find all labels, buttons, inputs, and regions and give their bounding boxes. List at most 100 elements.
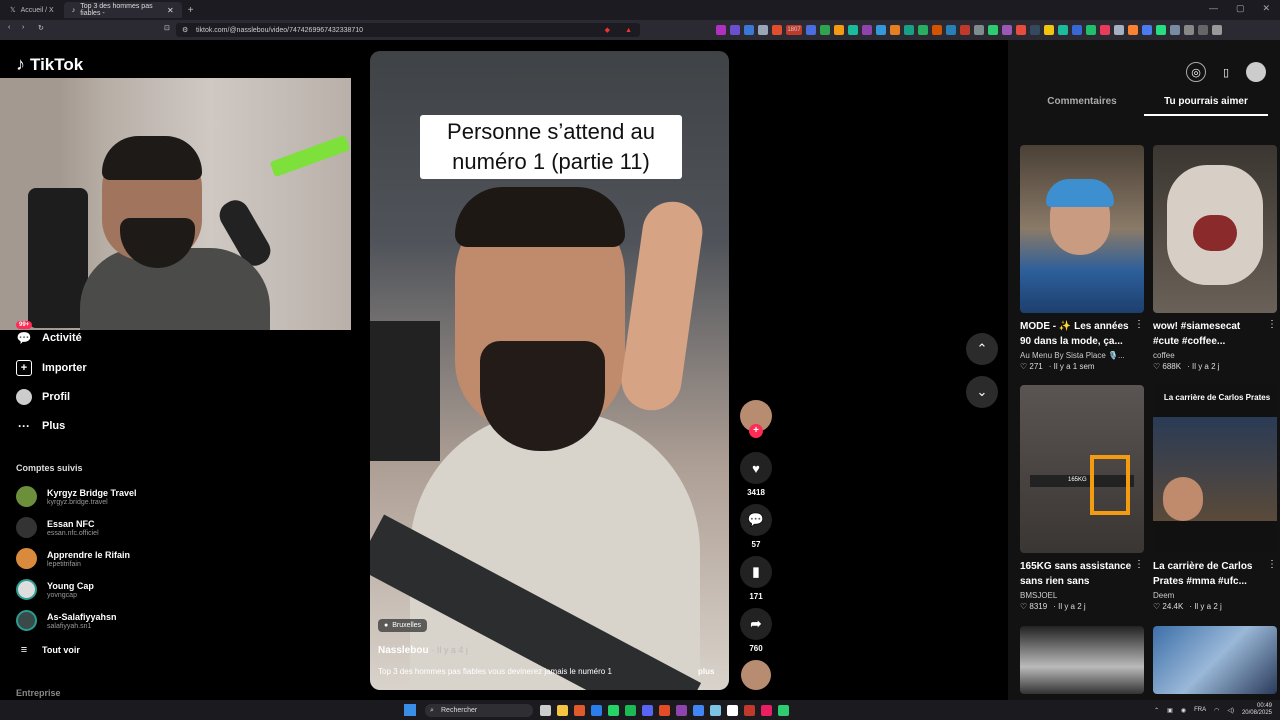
recommended-card[interactable] — [1153, 626, 1277, 694]
extension-icon[interactable] — [772, 25, 782, 35]
site-info-icon[interactable]: ⚙ — [182, 26, 188, 34]
location-tag[interactable]: ● Bruxelles — [378, 619, 428, 632]
app-icon[interactable] — [744, 705, 755, 716]
save-button[interactable]: ▮ 171 — [740, 556, 772, 601]
extension-icon[interactable] — [988, 25, 998, 35]
follow-plus-icon[interactable]: + — [749, 424, 763, 438]
new-tab-button[interactable]: + — [188, 5, 194, 16]
nav-activity[interactable]: 💬 99+ Activité — [16, 321, 156, 346]
volume-icon[interactable]: ◁) — [1227, 707, 1234, 714]
extension-icon[interactable] — [876, 25, 886, 35]
close-tab-icon[interactable]: ✕ — [167, 6, 174, 15]
tab-comments[interactable]: Commentaires — [1020, 96, 1144, 116]
recommended-card[interactable]: 165KG 165KG sans assistance sans rien sa… — [1020, 385, 1144, 611]
edge-icon[interactable] — [591, 705, 602, 716]
like-button[interactable]: ♥ 3418 — [740, 452, 772, 497]
compass-icon[interactable]: ◎ — [1186, 62, 1206, 82]
app-icon[interactable] — [778, 705, 789, 716]
extension-icon[interactable] — [1044, 25, 1054, 35]
tray-app-icon[interactable]: ▣ — [1167, 707, 1173, 714]
tab-recommended[interactable]: Tu pourrais aimer — [1144, 96, 1268, 116]
extension-icon[interactable] — [744, 25, 754, 35]
author-avatar-button[interactable]: + — [740, 400, 772, 438]
file-explorer-icon[interactable] — [557, 705, 568, 716]
extension-icon[interactable] — [716, 25, 726, 35]
reload-icon[interactable]: ↻ — [38, 24, 44, 32]
see-all-button[interactable]: ≡ Tout voir — [16, 642, 156, 658]
next-video-button[interactable]: ⌄ — [966, 376, 998, 408]
extension-icon[interactable] — [1212, 25, 1222, 35]
extension-icon[interactable] — [932, 25, 942, 35]
extension-icon[interactable] — [848, 25, 858, 35]
extension-icon[interactable] — [1072, 25, 1082, 35]
extension-icon[interactable] — [890, 25, 900, 35]
app-icon[interactable] — [659, 705, 670, 716]
extension-icon[interactable] — [730, 25, 740, 35]
card-options-icon[interactable]: ⋮ — [1134, 319, 1144, 330]
brave-shield-icon[interactable]: ◆ — [605, 26, 610, 34]
back-icon[interactable]: ‹ — [8, 24, 10, 31]
footer-link[interactable]: Entreprise — [16, 688, 61, 698]
extension-icon[interactable] — [1058, 25, 1068, 35]
extension-icon[interactable] — [834, 25, 844, 35]
extension-icon[interactable] — [1086, 25, 1096, 35]
nav-upload[interactable]: + Importer — [16, 360, 156, 376]
maximize-icon[interactable]: ▢ — [1236, 3, 1245, 14]
chevron-up-icon[interactable]: ⌃ — [1154, 707, 1159, 714]
followed-account[interactable]: Kyrgyz Bridge Travel kyrgyz.bridge.travel — [16, 486, 137, 507]
whatsapp-icon[interactable] — [608, 705, 619, 716]
extension-badge[interactable]: 1807 — [786, 25, 802, 35]
extension-icon[interactable] — [1128, 25, 1138, 35]
task-view-icon[interactable] — [540, 705, 551, 716]
card-options-icon[interactable]: ⋮ — [1134, 559, 1144, 570]
recommended-card[interactable]: wow! #siamesecat #cute #coffee... coffee… — [1153, 145, 1277, 371]
chatgpt-icon[interactable] — [727, 705, 738, 716]
previous-video-button[interactable]: ⌃ — [966, 333, 998, 365]
music-disc-button[interactable] — [740, 660, 772, 690]
close-window-icon[interactable]: ✕ — [1262, 3, 1270, 14]
extension-icon[interactable] — [1100, 25, 1110, 35]
address-bar[interactable]: ⚙ tiktok.com/@nasslebou/video/7474269967… — [176, 23, 640, 37]
spotify-icon[interactable] — [625, 705, 636, 716]
more-button[interactable]: plus — [698, 667, 714, 676]
extension-icon[interactable] — [758, 25, 768, 35]
extension-icon[interactable] — [1002, 25, 1012, 35]
extension-icon[interactable] — [904, 25, 914, 35]
extension-icon[interactable] — [918, 25, 928, 35]
followed-account[interactable]: Essan NFC essan.nfc.officiel — [16, 517, 99, 538]
recommended-card[interactable]: MODE - ✨ Les années 90 dans la mode, ça.… — [1020, 145, 1144, 371]
recommended-card[interactable] — [1020, 626, 1144, 694]
card-options-icon[interactable]: ⋮ — [1267, 559, 1277, 570]
recommended-card[interactable]: La carrière de Carlos Prates La carrière… — [1153, 385, 1277, 611]
clock[interactable]: 00:49 20/08/2025 — [1242, 703, 1272, 717]
tray-app-icon[interactable]: ◉ — [1181, 707, 1186, 714]
nav-more[interactable]: ··· Plus — [16, 418, 156, 434]
extension-icon[interactable] — [1016, 25, 1026, 35]
wifi-icon[interactable]: ◠ — [1214, 707, 1219, 714]
share-button[interactable]: ➦ 760 — [740, 608, 772, 653]
extension-icon[interactable] — [1156, 25, 1166, 35]
forward-icon[interactable]: › — [22, 24, 24, 31]
comment-button[interactable]: 💬 57 — [740, 504, 772, 549]
brave-icon[interactable] — [574, 705, 585, 716]
extension-icon[interactable] — [820, 25, 830, 35]
extension-icon[interactable] — [1198, 25, 1208, 35]
tiktok-logo[interactable]: ♪ TikTok — [16, 54, 83, 75]
chrome-icon[interactable] — [693, 705, 704, 716]
video-player[interactable]: Personne s’attend au numéro 1 (partie 11… — [370, 51, 729, 690]
language-indicator[interactable]: FRA — [1194, 707, 1206, 713]
extension-icon[interactable] — [960, 25, 970, 35]
followed-account[interactable]: Young Cap yovngcap — [16, 579, 94, 600]
bookmark-icon[interactable]: ⊡ — [164, 24, 170, 32]
extension-icon[interactable] — [974, 25, 984, 35]
discord-icon[interactable] — [642, 705, 653, 716]
extension-icon[interactable] — [1142, 25, 1152, 35]
app-icon[interactable] — [761, 705, 772, 716]
followed-account[interactable]: Apprendre le Rifain lepetitrifain — [16, 548, 130, 569]
nav-profile[interactable]: Profil — [16, 389, 156, 405]
extension-icon[interactable] — [946, 25, 956, 35]
followed-account[interactable]: As-Salafiyyahsn salafiyyah.sn1 — [16, 610, 117, 631]
rewards-icon[interactable]: ▲ — [625, 27, 632, 34]
extension-icon[interactable] — [1114, 25, 1124, 35]
taskbar-search[interactable]: ⌕ Rechercher — [425, 704, 533, 717]
